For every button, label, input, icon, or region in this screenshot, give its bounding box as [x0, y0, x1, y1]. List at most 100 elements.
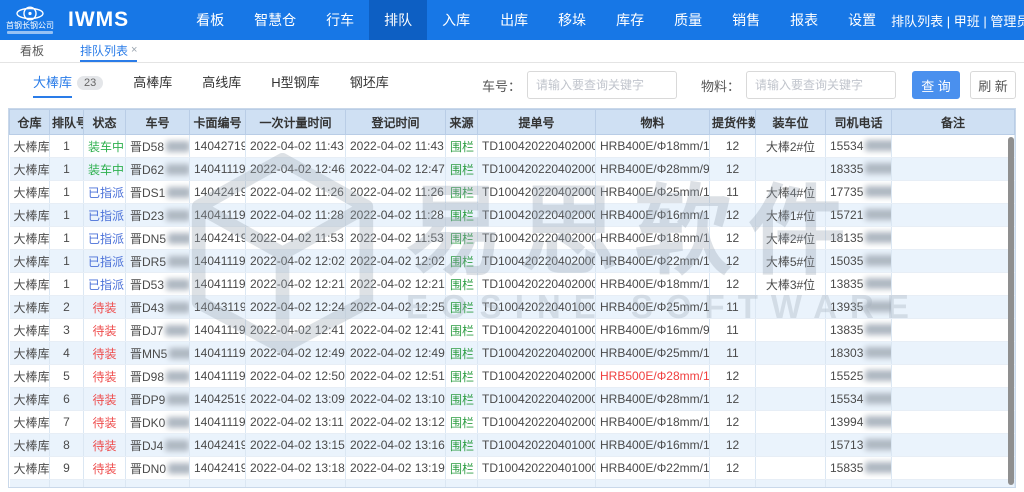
phone-prefix: 15534: [830, 139, 863, 153]
warehouse-tab-1[interactable]: 高棒库: [133, 72, 172, 98]
nav-item-1[interactable]: 智慧仓: [239, 0, 311, 40]
cell-card-no: 14041119: [190, 319, 246, 342]
table-row[interactable]: 大棒库6待装晋DP9140425192022-04-02 13:092022-0…: [10, 388, 1015, 411]
nav-item-4[interactable]: 入库: [427, 0, 485, 40]
cell-qty: 11: [710, 296, 756, 319]
nav-item-5[interactable]: 出库: [485, 0, 543, 40]
nav-item-10[interactable]: 报表: [775, 0, 833, 40]
cell-bill-no: TD10042022040200005319: [478, 181, 596, 204]
table-row[interactable]: 大棒库1已指派晋DR5140411192022-04-02 12:022022-…: [10, 250, 1015, 273]
cell-weigh-time: 2022-04-02 13:15: [246, 434, 346, 457]
column-header: 排队号: [50, 110, 84, 135]
nav-item-2[interactable]: 行车: [311, 0, 369, 40]
cell-bill-no: TD10042022040200005319: [478, 250, 596, 273]
cell-register-time: 2022-04-02 13:10: [346, 388, 446, 411]
cell-bill-no: TD10042022040200005319: [478, 411, 596, 434]
nav-item-9[interactable]: 销售: [717, 0, 775, 40]
cell-queue-no: 2: [50, 296, 84, 319]
status-badge: 待装: [92, 370, 116, 384]
cell-queue-no: 9: [50, 457, 84, 480]
cell-material: HRB400E/Φ18mm/12m: [596, 135, 710, 158]
nav-item-3[interactable]: 排队: [369, 0, 427, 40]
table-row[interactable]: 大棒库2待装晋D43140431192022-04-02 12:242022-0…: [10, 296, 1015, 319]
cell-phone: 17735: [826, 181, 892, 204]
cell-qty: 11: [710, 181, 756, 204]
nav-item-7[interactable]: 库存: [601, 0, 659, 40]
cell-card-no: 14042419: [190, 181, 246, 204]
material-text: HRB400E/Φ25mm/12m: [600, 346, 710, 360]
tab-queue-list[interactable]: 排队列表 ×: [80, 40, 137, 62]
cell-card-no: 14042719: [190, 135, 246, 158]
warehouse-tab-4[interactable]: 钢坯库: [350, 72, 389, 98]
source-tag: 围栏: [450, 140, 474, 154]
table-row[interactable]: 大棒库1已指派晋DN5140424192022-04-02 11:532022-…: [10, 227, 1015, 250]
cell-status: 待装: [84, 457, 126, 480]
cell-phone: 15721: [826, 204, 892, 227]
user-menu-text: 排队列表 | 甲班 | 管理员: [891, 11, 1024, 30]
table-row[interactable]: 大棒库7待装晋DK0140411192022-04-02 13:112022-0…: [10, 411, 1015, 434]
redacted-blur: [865, 163, 891, 174]
source-tag: 围栏: [450, 209, 474, 223]
close-icon[interactable]: ×: [131, 44, 137, 56]
refresh-button[interactable]: 刷 新: [970, 71, 1016, 99]
search-button[interactable]: 查 询: [912, 71, 960, 99]
cell-phone: 15035: [826, 250, 892, 273]
warehouse-tab-2[interactable]: 高线库: [202, 72, 241, 98]
warehouse-tab-0[interactable]: 大棒库23: [33, 72, 103, 98]
table-row[interactable]: 大棒库1已指派晋D53140411192022-04-02 12:212022-…: [10, 273, 1015, 296]
material-text: HRB400E/Φ22mm/12m: [600, 461, 710, 475]
table-row[interactable]: 大棒库1已指派晋D23140411192022-04-02 11:282022-…: [10, 204, 1015, 227]
cell-source: 围栏: [446, 342, 478, 365]
queue-table-container: 仓库排队号状态车号卡面编号一次计量时间登记时间来源提单号物料提货件数装车位司机电…: [8, 108, 1016, 488]
cell-qty: 11: [710, 342, 756, 365]
table-row[interactable]: 大棒库4待装晋MN5140411192022-04-02 12:492022-0…: [10, 342, 1015, 365]
table-row[interactable]: 大棒库1装车中晋D62140411192022-04-02 12:462022-…: [10, 158, 1015, 181]
cell-status: 待装: [84, 434, 126, 457]
cell-dock: 大棒4#位: [756, 181, 826, 204]
cell-phone: 13835: [826, 273, 892, 296]
company-logo: 首钢长钢公司: [6, 6, 54, 34]
table-row[interactable]: 大棒库9待装晋DN0140424192022-04-02 13:182022-0…: [10, 457, 1015, 480]
source-tag: 围栏: [450, 393, 474, 407]
nav-item-6[interactable]: 移垛: [543, 0, 601, 40]
nav-item-11[interactable]: 设置: [833, 0, 891, 40]
source-tag: 围栏: [450, 324, 474, 338]
redacted-blur: [167, 394, 189, 405]
warehouse-tab-3[interactable]: H型钢库: [271, 72, 319, 98]
cell-qty: 12: [710, 135, 756, 158]
plate-prefix: 晋D53: [130, 278, 164, 292]
plate-prefix: 晋D62: [130, 163, 164, 177]
table-row[interactable]: 大棒库1已指派晋DS1140424192022-04-02 11:262022-…: [10, 181, 1015, 204]
table-row-partial: [10, 480, 1015, 489]
cell-empty: [892, 480, 1015, 489]
cell-source: 围栏: [446, 457, 478, 480]
user-menu[interactable]: 排队列表 | 甲班 | 管理员 ▾: [891, 11, 1024, 30]
vehicle-search-input[interactable]: [527, 71, 677, 99]
cell-bill-no: TD10042022040200005319: [478, 158, 596, 181]
cell-register-time: 2022-04-02 12:25: [346, 296, 446, 319]
column-header: 来源: [446, 110, 478, 135]
nav-item-8[interactable]: 质量: [659, 0, 717, 40]
cell-bill-no: TD10042022040200005320: [478, 388, 596, 411]
vertical-scrollbar[interactable]: [1008, 137, 1014, 485]
table-row[interactable]: 大棒库1装车中晋D58140427192022-04-02 11:432022-…: [10, 135, 1015, 158]
cell-qty: 12: [710, 388, 756, 411]
cell-source: 围栏: [446, 388, 478, 411]
cell-source: 围栏: [446, 434, 478, 457]
table-row[interactable]: 大棒库5待装晋D98140411192022-04-02 12:502022-0…: [10, 365, 1015, 388]
cell-empty: [50, 480, 84, 489]
phone-prefix: 15035: [830, 254, 863, 268]
column-header: 提货件数: [710, 110, 756, 135]
nav-item-0[interactable]: 看板: [181, 0, 239, 40]
column-header: 状态: [84, 110, 126, 135]
table-row[interactable]: 大棒库3待装晋DJ7140411192022-04-02 12:412022-0…: [10, 319, 1015, 342]
redacted-blur: [865, 232, 891, 243]
material-search-input[interactable]: [746, 71, 896, 99]
tab-kanban[interactable]: 看板: [20, 40, 44, 62]
cell-dock: 大棒2#位: [756, 135, 826, 158]
phone-prefix: 18135: [830, 231, 863, 245]
cell-note: [892, 227, 1015, 250]
redacted-blur: [167, 417, 189, 428]
table-row[interactable]: 大棒库8待装晋DJ4140424192022-04-02 13:152022-0…: [10, 434, 1015, 457]
cell-qty: 12: [710, 250, 756, 273]
